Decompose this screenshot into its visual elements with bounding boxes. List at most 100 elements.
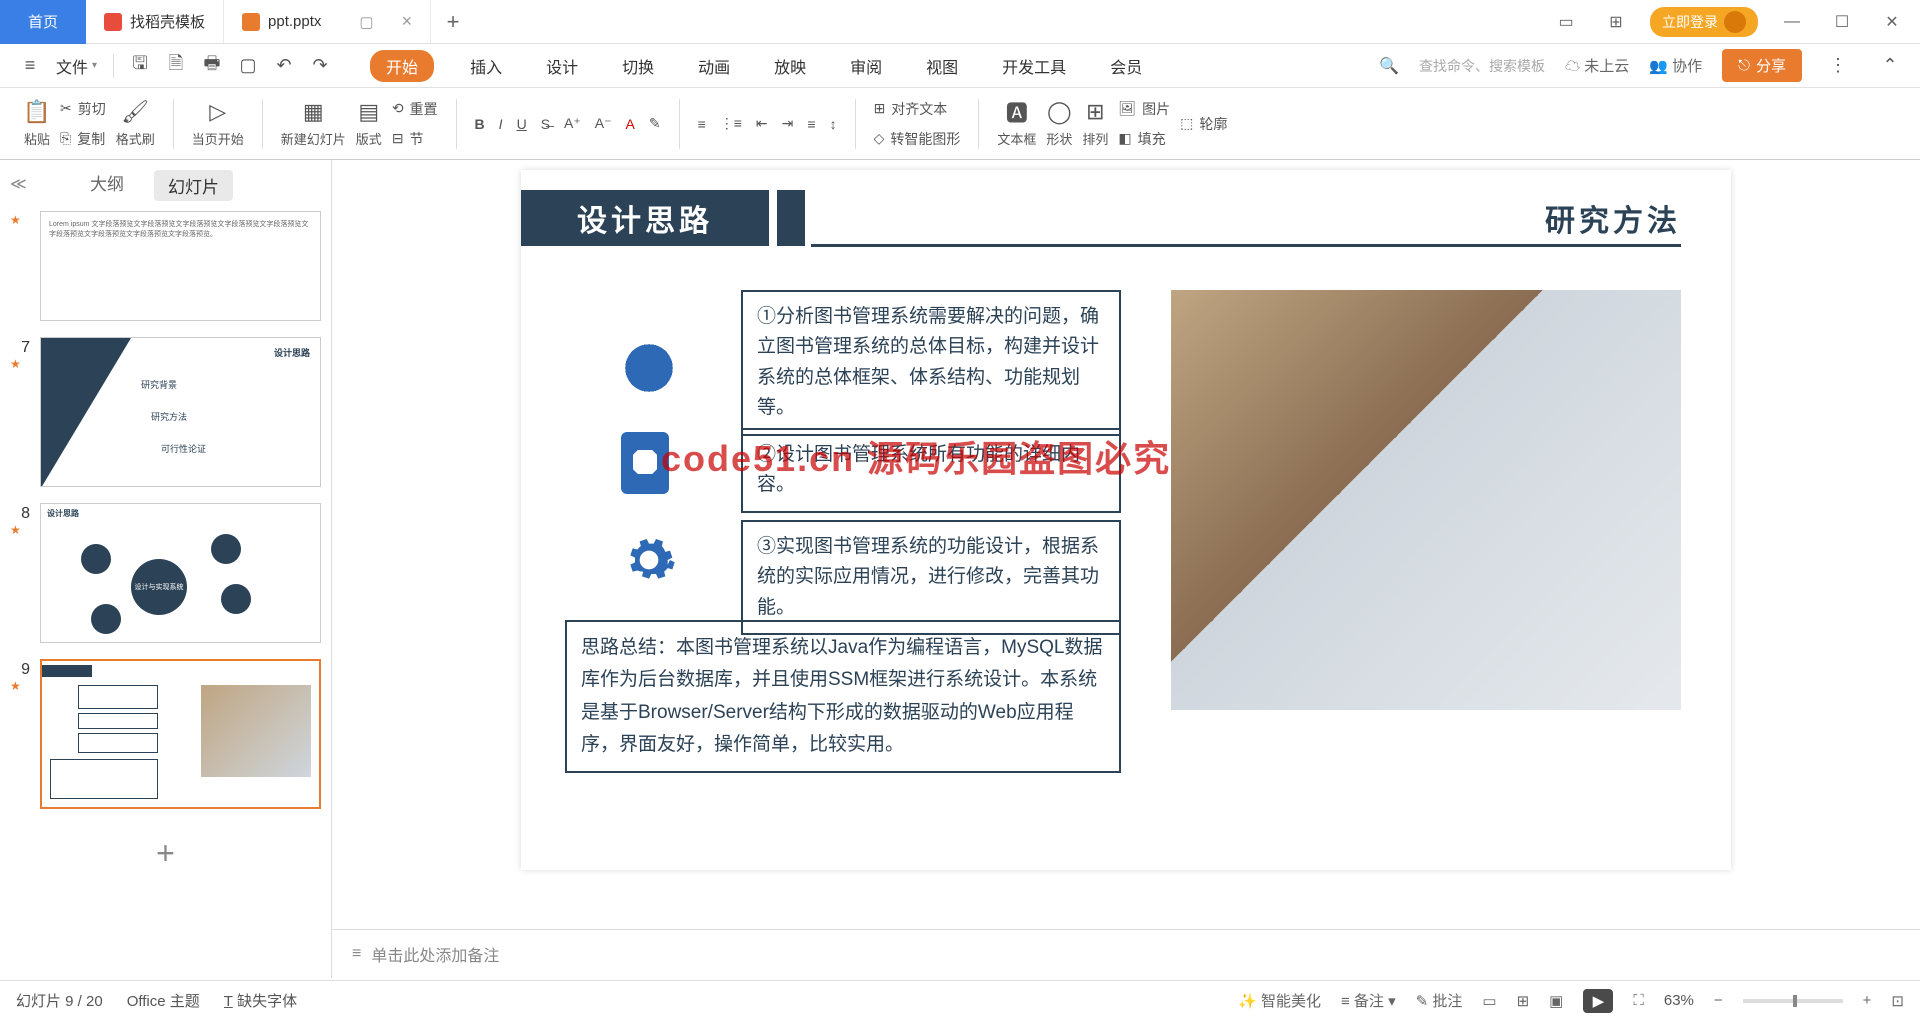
search-input[interactable]: 查找命令、搜索模板 [1419,56,1545,76]
arrange-button[interactable]: ⊞排列 [1082,99,1108,148]
shape-button[interactable]: ◯形状 [1046,99,1072,148]
save-as-icon[interactable]: 🗎 [160,50,192,82]
more-menu-icon[interactable]: ⋮ [1822,50,1854,82]
tab-animation[interactable]: 动画 [690,50,738,82]
beautify-button[interactable]: ✨ 智能美化 [1238,990,1321,1011]
line-spacing-icon[interactable]: ↕ [830,116,837,132]
textbox-button[interactable]: 🅰文本框 [997,99,1036,148]
missing-font[interactable]: T̲ 缺失字体 [224,990,297,1011]
zoom-in-icon[interactable]: + [1863,992,1872,1009]
zoom-slider[interactable] [1743,999,1843,1003]
tab-insert[interactable]: 插入 [462,50,510,82]
thumbnail-8[interactable]: 设计思路 设计与实现系统 [40,503,321,643]
indent-right-icon[interactable]: ⇥ [782,115,794,132]
separator [978,99,979,149]
redo-icon[interactable]: ↷ [304,50,336,82]
window-close-icon[interactable]: ✕ [1876,12,1908,32]
highlight-icon[interactable]: ✎ [649,115,661,132]
hamburger-icon[interactable]: ≡ [14,50,46,82]
smart-shape-button[interactable]: ◇ 转智能图形 [874,129,961,149]
tab-view[interactable]: 视图 [918,50,966,82]
search-icon[interactable]: 🔍 [1379,56,1399,76]
tab-transition[interactable]: 切换 [614,50,662,82]
login-button[interactable]: 立即登录 [1650,7,1758,37]
slides-tab[interactable]: 幻灯片 [154,170,233,201]
collapse-panel-icon[interactable]: ≪ [10,174,27,194]
tab-devtools[interactable]: 开发工具 [994,50,1074,82]
indent-left-icon[interactable]: ⇤ [756,115,768,132]
file-menu[interactable]: 文件▾ [50,54,103,78]
tab-document[interactable]: ppt.pptx ▢ × [224,0,431,44]
layout-button[interactable]: ▤版式 [356,99,382,148]
print-icon[interactable]: 🖶 [196,50,228,82]
new-slide-button[interactable]: ▦新建幻灯片 [281,99,346,148]
tab-design[interactable]: 设计 [538,50,586,82]
strike-button[interactable]: S̶ [541,116,550,132]
thumb8-title: 设计思路 [47,508,79,519]
fit-window-icon[interactable]: ⊡ [1891,992,1904,1010]
normal-view-icon[interactable]: ▭ [1482,992,1496,1010]
thumbnail-9[interactable] [40,659,321,809]
app-grid-icon[interactable]: ⊞ [1600,12,1632,32]
tab-template-store[interactable]: 找稻壳模板 [86,0,224,44]
section-button[interactable]: ⊟ 节 [392,129,438,149]
slide-canvas[interactable]: 设计思路 研究方法 ①分析图书管理系统需要解决的问题，确立图书管理系统的总体目标… [521,170,1731,870]
outline-tab[interactable]: 大纲 [90,170,124,201]
align-text-button[interactable]: ⊞ 对齐文本 [874,99,961,119]
zoom-out-icon[interactable]: − [1714,992,1723,1009]
new-slide-icon: ▦ [300,99,326,125]
thumbnail-list[interactable]: ★ Lorem ipsum 文字段落预览文字段落预览文字段落预览文字段落预览文字… [0,211,331,978]
separator [855,99,856,149]
cut-button[interactable]: ✂ 剪切 [60,99,106,119]
comments-button[interactable]: ✎ 批注 [1416,990,1463,1011]
tab-review[interactable]: 审阅 [842,50,890,82]
window-minimize-icon[interactable]: — [1776,13,1808,31]
format-painter-button[interactable]: 🖌格式刷 [116,99,155,148]
avatar-icon [1724,11,1746,33]
from-current-button[interactable]: ▷当页开始 [192,99,244,148]
zoom-level[interactable]: 63% [1664,992,1694,1009]
align-text-label: 对齐文本 [891,99,947,119]
copy-button[interactable]: ⎘ 复制 [60,129,106,149]
thumbnail-7[interactable]: 设计思路 研究背景 研究方法 可行性论证 [40,337,321,487]
reset-button[interactable]: ⟲ 重置 [392,99,438,119]
collapse-ribbon-icon[interactable]: ⌃ [1874,50,1906,82]
share-button[interactable]: ⎋ 分享 [1722,49,1802,82]
notes-pane[interactable]: ≡ 单击此处添加备注 [332,929,1920,978]
panel-layout-icon[interactable]: ▭ [1550,12,1582,32]
window-maximize-icon[interactable]: ☐ [1826,12,1858,32]
outline-button[interactable]: ⬚ 轮廓 [1180,114,1227,134]
new-tab-button[interactable]: + [431,9,475,35]
cloud-status[interactable]: ☁ 未上云 [1565,55,1629,76]
bold-button[interactable]: B [475,116,485,132]
numbering-icon[interactable]: ⋮≡ [720,115,742,132]
align-left-icon[interactable]: ≡ [807,116,815,132]
tab-member[interactable]: 会员 [1102,50,1150,82]
bullets-icon[interactable]: ≡ [698,116,706,132]
sorter-view-icon[interactable]: ⊞ [1517,992,1530,1010]
tab-close-icon[interactable]: × [402,11,413,32]
print-preview-icon[interactable]: ▢ [232,50,264,82]
tab-slideshow[interactable]: 放映 [766,50,814,82]
fill-button[interactable]: ◧ 填充 [1118,129,1170,149]
present-mini-icon[interactable]: ▢ [359,13,373,31]
slide-title: 设计思路 [521,190,769,246]
slideshow-button[interactable]: ▶ [1583,989,1613,1013]
thumbnail-6[interactable]: Lorem ipsum 文字段落预览文字段落预览文字段落预览文字段落预览文字段落… [40,211,321,321]
font-shrink-icon[interactable]: A⁻ [595,115,612,132]
underline-button[interactable]: U [517,116,527,132]
italic-button[interactable]: I [499,116,503,132]
picture-button[interactable]: 🖼 图片 [1118,99,1170,119]
tab-start[interactable]: 开始 [370,50,434,82]
font-grow-icon[interactable]: A⁺ [564,115,581,132]
font-color-icon[interactable]: A [626,116,635,132]
fit-icon[interactable]: ⛶ [1633,992,1644,1009]
undo-icon[interactable]: ↶ [268,50,300,82]
reading-view-icon[interactable]: ▣ [1549,992,1563,1010]
notes-toggle[interactable]: ≡ 备注 ▾ [1341,990,1396,1011]
tab-home[interactable]: 首页 [0,0,86,44]
save-icon[interactable]: 🖫 [124,50,156,82]
paste-button[interactable]: 📋粘贴 [24,99,50,148]
add-slide-button[interactable]: + [10,825,321,882]
coop-button[interactable]: 👥 协作 [1649,55,1702,76]
